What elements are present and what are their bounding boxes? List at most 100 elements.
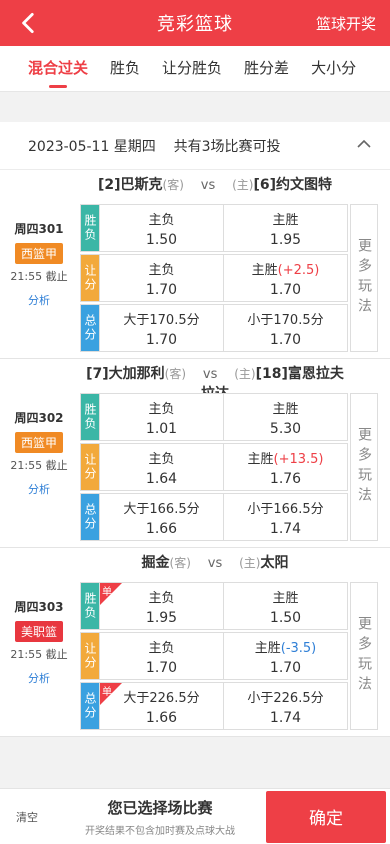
clear-button[interactable]: 清空 — [0, 809, 54, 825]
match-card: [2]巴斯克(客) vs (主)[6]约文图特 周四301 西篮甲 21:55 … — [0, 170, 390, 359]
odds-option-home-lose[interactable]: 单 大于226.5分 1.66 — [99, 683, 223, 729]
single-badge-label: 单 — [102, 587, 112, 598]
option-name: 大于166.5分 — [123, 501, 200, 517]
odds-option-home-lose[interactable]: 主负 1.50 — [99, 205, 223, 251]
spacer — [0, 92, 390, 122]
odds-grid: 胜负 主负 1.50 主胜 1.95 让分 主负 1.70 主胜(+2.5) 1… — [80, 204, 348, 354]
match-code: 周四301 — [14, 222, 64, 236]
home-team: [6]约文图特 — [253, 177, 333, 193]
header: 竞彩篮球 篮球开奖 — [0, 0, 390, 46]
bet-row: 总分 单 大于226.5分 1.66 小于226.5分 1.74 — [80, 682, 348, 730]
option-name: 小于166.5分 — [247, 501, 324, 517]
option-odds: 1.76 — [269, 470, 302, 487]
league-badge: 西篮甲 — [14, 432, 63, 453]
option-odds: 1.74 — [269, 709, 302, 726]
odds-option-home-win[interactable]: 主胜(+2.5) 1.70 — [223, 255, 347, 301]
bet-row: 让分 主负 1.64 主胜(+13.5) 1.76 — [80, 443, 348, 491]
odds-option-home-win[interactable]: 主胜 1.95 — [223, 205, 347, 251]
tab-mixed-parlay[interactable]: 混合过关 — [28, 46, 88, 92]
confirm-button[interactable]: 确定 — [266, 790, 386, 843]
odds-option-home-win[interactable]: 小于170.5分 1.70 — [223, 305, 347, 351]
rules-note: 开奖结果不包含加时赛及点球大战 — [85, 825, 235, 837]
option-odds: 1.66 — [145, 709, 178, 726]
bet-row: 让分 主负 1.70 主胜(+2.5) 1.70 — [80, 254, 348, 302]
bet-type-label: 总分 — [81, 683, 99, 729]
tab-winning-margin[interactable]: 胜分差 — [244, 46, 289, 92]
vs-label: vs — [200, 178, 216, 193]
odds-option-home-lose[interactable]: 大于170.5分 1.70 — [99, 305, 223, 351]
odds-option-home-win[interactable]: 小于166.5分 1.74 — [223, 494, 347, 540]
away-team: [2]巴斯克 — [97, 177, 163, 193]
option-odds: 1.95 — [145, 609, 178, 626]
option-name: 小于170.5分 — [247, 312, 324, 328]
option-odds: 1.50 — [145, 231, 178, 248]
option-name: 主胜 — [272, 212, 299, 228]
match-code: 周四303 — [14, 600, 64, 614]
bet-row: 让分 主负 1.70 主胜(-3.5) 1.70 — [80, 632, 348, 680]
single-badge-label: 单 — [102, 687, 112, 698]
deadline-time: 21:55 截止 — [10, 648, 68, 661]
option-name: 主负 — [148, 262, 175, 278]
home-tag: (主) — [234, 367, 256, 381]
odds-option-home-lose[interactable]: 单 主负 1.95 — [99, 583, 223, 629]
odds-option-home-lose[interactable]: 主负 1.01 — [99, 394, 223, 440]
date-bar[interactable]: 2023-05-11 星期四 共有3场比赛可投 — [0, 122, 390, 170]
handicap-value: (+2.5) — [277, 262, 320, 278]
option-odds: 1.70 — [269, 659, 302, 676]
bet-type-label: 总分 — [81, 305, 99, 351]
bet-row: 胜负 主负 1.50 主胜 1.95 — [80, 204, 348, 252]
match-info: 周四303 美职篮 21:55 截止 分析 — [0, 598, 78, 686]
odds-option-home-win[interactable]: 主胜(+13.5) 1.76 — [223, 444, 347, 490]
analysis-link[interactable]: 分析 — [0, 292, 78, 308]
match-info: 周四301 西篮甲 21:55 截止 分析 — [0, 220, 78, 308]
odds-option-home-win[interactable]: 主胜 1.50 — [223, 583, 347, 629]
chevron-up-icon[interactable] — [356, 136, 372, 152]
option-odds: 1.01 — [145, 420, 178, 437]
odds-option-home-win[interactable]: 主胜(-3.5) 1.70 — [223, 633, 347, 679]
match-code: 周四302 — [14, 411, 64, 425]
analysis-link[interactable]: 分析 — [0, 670, 78, 686]
back-arrow-icon[interactable] — [16, 10, 42, 36]
away-team: [7]大加那利 — [86, 366, 165, 382]
match-card: 掘金(客) vs (主)太阳 周四303 美职篮 21:55 截止 分析 胜负 … — [0, 548, 390, 737]
more-plays-button[interactable]: 更多玩法 — [350, 582, 378, 730]
option-name: 主负 — [148, 590, 175, 606]
away-tag: (客) — [164, 367, 187, 381]
basketball-results-link[interactable]: 篮球开奖 — [316, 13, 376, 34]
odds-option-home-lose[interactable]: 主负 1.70 — [99, 633, 223, 679]
bet-row: 胜负 单 主负 1.95 主胜 1.50 — [80, 582, 348, 630]
odds-grid: 胜负 单 主负 1.95 主胜 1.50 让分 主负 1.70 主胜(-3.5)… — [80, 582, 348, 732]
vs-label: vs — [202, 367, 218, 382]
analysis-link[interactable]: 分析 — [0, 481, 78, 497]
bet-type-label: 胜负 — [81, 583, 99, 629]
option-name: 主负 — [148, 401, 175, 417]
bet-type-label: 让分 — [81, 633, 99, 679]
odds-grid: 胜负 主负 1.01 主胜 5.30 让分 主负 1.64 主胜(+13.5) … — [80, 393, 348, 543]
option-name: 大于170.5分 — [123, 312, 200, 328]
odds-option-home-win[interactable]: 主胜 5.30 — [223, 394, 347, 440]
bet-row: 总分 大于170.5分 1.70 小于170.5分 1.70 — [80, 304, 348, 352]
match-teams: [2]巴斯克(客) vs (主)[6]约文图特 — [80, 174, 350, 194]
option-odds: 1.95 — [269, 231, 302, 248]
more-plays-button[interactable]: 更多玩法 — [350, 393, 378, 541]
tab-over-under[interactable]: 大小分 — [311, 46, 356, 92]
handicap-value: (+13.5) — [273, 451, 324, 467]
tab-win-lose[interactable]: 胜负 — [110, 46, 140, 92]
tab-handicap-win-lose[interactable]: 让分胜负 — [162, 46, 222, 92]
option-odds: 1.70 — [269, 281, 302, 298]
option-name: 主胜(+13.5) — [247, 451, 324, 467]
option-odds: 1.70 — [145, 281, 178, 298]
odds-option-home-lose[interactable]: 主负 1.64 — [99, 444, 223, 490]
match-info: 周四302 西篮甲 21:55 截止 分析 — [0, 409, 78, 497]
odds-option-home-win[interactable]: 小于226.5分 1.74 — [223, 683, 347, 729]
odds-option-home-lose[interactable]: 大于166.5分 1.66 — [99, 494, 223, 540]
selection-info: 您已选择场比赛 开奖结果不包含加时赛及点球大战 — [54, 797, 266, 837]
more-plays-button[interactable]: 更多玩法 — [350, 204, 378, 352]
odds-option-home-lose[interactable]: 主负 1.70 — [99, 255, 223, 301]
option-name: 主胜(-3.5) — [254, 640, 317, 656]
option-name: 主负 — [148, 212, 175, 228]
option-odds: 1.74 — [269, 520, 302, 537]
option-odds: 1.70 — [269, 331, 302, 348]
league-badge: 美职篮 — [14, 621, 63, 642]
play-type-tabs: 混合过关 胜负 让分胜负 胜分差 大小分 — [0, 46, 390, 92]
